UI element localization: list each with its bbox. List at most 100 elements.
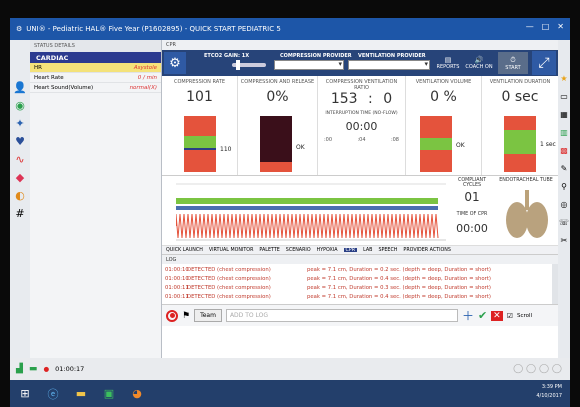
coach-on-button[interactable]: 🔊 COACH ON: [464, 52, 494, 74]
compression-release-metric: COMPRESSION AND RELEASE 0% OK: [238, 76, 318, 175]
hash-icon[interactable]: #: [13, 206, 27, 220]
clock-date: 4/10/2017: [536, 393, 562, 399]
compression-rate-bar: [184, 116, 216, 172]
monitor-icon[interactable]: ▭: [560, 92, 568, 101]
cpr-metrics-row: COMPRESSION RATE 101 110 COMPRESSION AND…: [162, 76, 558, 176]
log-desc: DETECTED (chest compression): [187, 284, 271, 291]
ventilation-provider-dropdown[interactable]: [348, 60, 430, 70]
ie-icon[interactable]: ⓔ: [44, 386, 62, 402]
app-icon-green[interactable]: ▣: [100, 386, 118, 402]
compression-release-note: OK: [296, 144, 305, 151]
compression-provider-label: COMPRESSION PROVIDER: [280, 53, 352, 59]
cpr-panel: CPR ⚙ ETCO2 GAIN: 1X COMPRESSION PROVIDE…: [162, 40, 558, 358]
status-row-hr[interactable]: HR Asystole: [30, 63, 161, 73]
add-to-log-input[interactable]: ADD TO LOG: [225, 309, 458, 322]
chart-icon[interactable]: ▥: [560, 128, 568, 137]
ventilation-duration-label: VENTILATION DURATION: [489, 79, 551, 85]
tab-hypoxia[interactable]: HYPOXIA: [317, 248, 338, 253]
expand-icon[interactable]: ⤢: [532, 51, 556, 75]
log-desc: DETECTED (chest compression): [187, 293, 271, 300]
file-explorer-icon[interactable]: ▬: [72, 386, 90, 402]
app-icon: ⚙: [16, 25, 23, 33]
status-row-value: Asystole: [133, 65, 157, 71]
tab-scenario[interactable]: SCENARIO: [286, 248, 311, 253]
interruption-time-label: INTERRUPTION TIME (NO-FLOW): [325, 111, 398, 116]
phone-icon[interactable]: ☏: [559, 218, 569, 227]
time-of-cpr-label: TIME OF CPR: [456, 212, 488, 217]
settings-gear-icon[interactable]: ⚙: [164, 52, 186, 74]
compression-release-fill: [260, 116, 292, 162]
log-detail: peak = 7.1 cm, Duration = 0.3 sec. (dept…: [307, 284, 491, 291]
image-icon[interactable]: ▦: [560, 110, 568, 119]
window-controls: — □ ✕: [526, 22, 564, 31]
pen-icon[interactable]: ✎: [561, 164, 568, 173]
gi-icon[interactable]: ◐: [13, 188, 27, 202]
reports-button[interactable]: ▤ REPORTS: [434, 52, 462, 74]
plus-icon[interactable]: ＋: [462, 307, 474, 324]
tab-provider-actions[interactable]: PROVIDER ACTIONS: [403, 248, 451, 253]
scroll-checkbox[interactable]: ☑: [507, 312, 513, 320]
start-button[interactable]: ⏱ START: [498, 52, 528, 74]
ratio-separator: :: [368, 91, 373, 107]
log-header: LOG: [162, 255, 558, 264]
windows-taskbar: ⊞ ⓔ ▬ ▣ ◕ 3:39 PM 4/10/2017: [10, 380, 570, 407]
ventilation-volume-bar: [420, 116, 452, 172]
person-icon[interactable]: 👤: [13, 80, 27, 94]
log-row[interactable]: 01:00:11 DETECTED (chest compression) pe…: [165, 292, 555, 301]
tab-speech[interactable]: SPEECH: [378, 248, 397, 253]
tool-icon[interactable]: ✂: [561, 236, 568, 245]
compression-rate-label: COMPRESSION RATE: [174, 79, 225, 85]
x-icon[interactable]: ✕: [491, 310, 503, 321]
flag-icon[interactable]: ⚑: [182, 311, 190, 321]
log-row[interactable]: 01:00:10 DETECTED (chest compression) pe…: [165, 274, 555, 283]
tab-cpr[interactable]: CPR: [343, 248, 358, 253]
ventilation-volume-target-band: [420, 138, 452, 150]
minimize-button[interactable]: —: [526, 22, 534, 31]
log-time: 01:00:11: [165, 284, 189, 291]
tick-label: :00: [324, 137, 333, 143]
compression-provider-dropdown[interactable]: [274, 60, 344, 70]
close-button[interactable]: ✕: [557, 22, 564, 31]
check-icon[interactable]: ✔: [478, 309, 487, 322]
person-run-icon[interactable]: ⚲: [561, 182, 567, 191]
ventilation-provider-label: VENTILATION PROVIDER: [358, 53, 426, 59]
log-row[interactable]: 01:00:10 DETECTED (chest compression) pe…: [165, 265, 555, 274]
log-desc: DETECTED (chest compression): [187, 266, 271, 273]
ratio-right-value: 0: [383, 91, 393, 107]
headset-icon[interactable]: ◎: [561, 200, 568, 209]
log-time: 01:00:10: [165, 275, 189, 282]
organ-icon[interactable]: ◆: [13, 170, 27, 184]
app-screen: ⚙ UNI® - Pediatric HAL® Five Year (P1602…: [10, 18, 570, 407]
star-icon[interactable]: ★: [560, 74, 567, 83]
windows-start-icon[interactable]: ⊞: [16, 386, 34, 402]
tab-lab[interactable]: LAB: [363, 248, 372, 253]
system-clock[interactable]: 3:39 PM 4/10/2017: [536, 383, 562, 401]
status-row-heart-sound[interactable]: Heart Sound(Volume) normal(X): [30, 83, 161, 93]
log-time: 01:00:10: [165, 266, 189, 273]
team-button[interactable]: Team: [194, 309, 222, 322]
tab-palette[interactable]: PALETTE: [259, 248, 279, 253]
etco2-gain-slider[interactable]: [232, 60, 266, 70]
app-icon-orange[interactable]: ◕: [128, 386, 146, 402]
ventilation-duration-value: 0 sec: [501, 89, 539, 105]
tab-quick-launch[interactable]: QUICK LAUNCH: [166, 248, 203, 253]
heart-icon[interactable]: ♥: [13, 134, 27, 148]
palette-icon[interactable]: ▩: [560, 146, 568, 155]
time-of-cpr-value: 00:00: [456, 222, 488, 235]
eye-icon[interactable]: ◉: [13, 98, 27, 112]
record-button[interactable]: [166, 309, 178, 322]
ventilation-volume-label: VENTILATION VOLUME: [415, 79, 472, 85]
cardiac-title[interactable]: CARDIAC: [30, 52, 161, 63]
compression-trace: [175, 213, 439, 239]
ratio-label: COMPRESSION VENTILATION RATIO: [325, 79, 398, 91]
status-row-heart-rate[interactable]: Heart Rate 0 / min: [30, 73, 161, 83]
tab-virtual-monitor[interactable]: VIRTUAL MONITOR: [209, 248, 254, 253]
maximize-button[interactable]: □: [542, 22, 550, 31]
lungs-icon[interactable]: ✦: [13, 116, 27, 130]
ecg-icon[interactable]: ∿: [13, 152, 27, 166]
tick-label: :04: [357, 137, 366, 143]
event-log[interactable]: 01:00:10 DETECTED (chest compression) pe…: [162, 264, 558, 304]
interruption-time-value: 00:00: [345, 120, 378, 133]
right-sidebar: ★ ▭ ▦ ▥ ▩ ✎ ⚲ ◎ ☏ ✂: [558, 40, 570, 358]
log-row[interactable]: 01:00:11 DETECTED (chest compression) pe…: [165, 283, 555, 292]
